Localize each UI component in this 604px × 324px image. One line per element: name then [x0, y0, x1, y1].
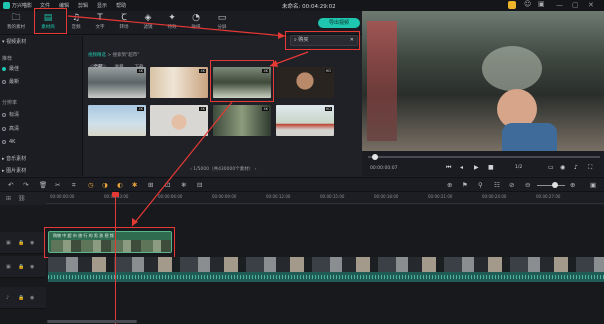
arrow-to-search	[67, 15, 286, 37]
annotation-arrows	[67, 15, 309, 227]
arrow-to-timeline	[131, 101, 233, 227]
arrow-head	[270, 60, 278, 67]
arrow-head	[278, 32, 285, 39]
